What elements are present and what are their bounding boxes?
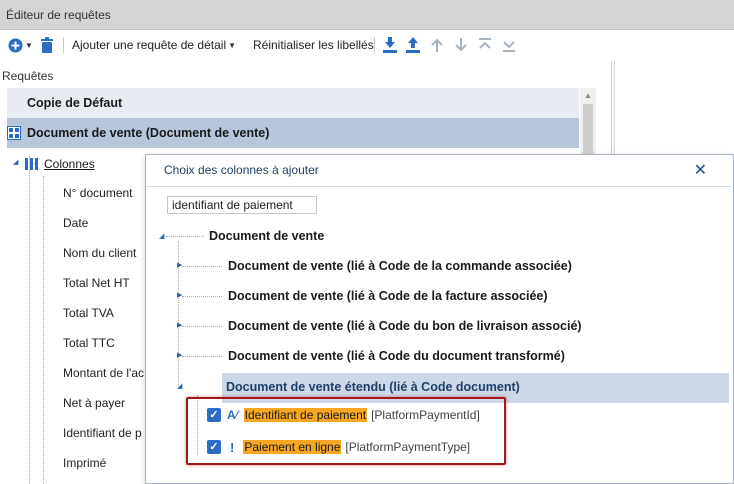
arrow-down-icon: [455, 38, 467, 52]
tree-item-bon-de-livraison[interactable]: Document de vente (lié à Code du bon de …: [228, 315, 582, 337]
delete-button[interactable]: [40, 36, 54, 54]
field-tag: [PlatformPaymentId]: [371, 408, 480, 422]
tree-item-copie-de-defaut[interactable]: Copie de Défaut: [7, 88, 579, 118]
chevron-down-icon: ▼: [228, 40, 237, 50]
export-button[interactable]: [405, 36, 421, 54]
tree-item-label: Copie de Défaut: [27, 96, 123, 110]
add-button[interactable]: ▼: [8, 36, 33, 54]
dialog-divider: [146, 186, 734, 187]
close-icon[interactable]: ✕: [694, 160, 707, 180]
column-item[interactable]: Net à payer: [63, 396, 125, 410]
column-item[interactable]: Total TTC: [63, 336, 115, 350]
tree-connector: [182, 326, 222, 327]
tree-item-document-de-vente[interactable]: Document de vente (Document de vente): [7, 118, 579, 148]
scroll-up-icon[interactable]: ▲: [584, 91, 592, 100]
tree-item-label: Document de vente étendu (lié à Code doc…: [226, 380, 520, 394]
field-paiement-en-ligne[interactable]: ✓ ǃ Paiement en ligne [PlatformPaymentTy…: [207, 438, 470, 456]
move-top-button[interactable]: [477, 36, 493, 54]
tree-connector: [166, 236, 204, 237]
window-title: Éditeur de requêtes: [6, 8, 111, 22]
tree-connector: [182, 296, 222, 297]
tree-item-label: Document de vente: [209, 229, 325, 243]
column-item[interactable]: N° document: [63, 186, 133, 200]
checkbox-checked[interactable]: ✓: [207, 408, 221, 422]
collapsed-arrow-icon[interactable]: ▶: [177, 351, 182, 359]
tree-item-label: Colonnes: [44, 157, 95, 171]
window-titlebar: Éditeur de requêtes: [0, 0, 734, 30]
expanded-arrow-icon: ◢: [13, 159, 19, 166]
move-bottom-button[interactable]: [501, 36, 517, 54]
tree-connector: [29, 156, 30, 484]
tree-connector: [182, 266, 222, 267]
column-item[interactable]: Montant de l'ac: [63, 366, 144, 380]
add-circle-icon: [8, 38, 23, 52]
arrow-bottom-icon: [503, 41, 515, 52]
tree-item-colonnes[interactable]: Colonnes: [25, 154, 95, 174]
upload-icon: [406, 37, 420, 53]
trash-icon: [41, 37, 53, 53]
column-item[interactable]: Identifiant de p: [63, 426, 142, 440]
search-input[interactable]: [167, 196, 317, 214]
arrow-up-icon: [431, 38, 443, 52]
column-item[interactable]: Date: [63, 216, 88, 230]
tree-item-document-transforme[interactable]: Document de vente (lié à Code du documen…: [228, 345, 565, 367]
tree-item-label: Document de vente (Document de vente): [27, 126, 270, 140]
collapsed-arrow-icon[interactable]: ▶: [177, 291, 182, 299]
column-item[interactable]: Nom du client: [63, 246, 136, 260]
tree-item-commande[interactable]: Document de vente (lié à Code de la comm…: [228, 255, 572, 277]
move-up-button[interactable]: [429, 36, 445, 54]
tree-item-facture[interactable]: Document de vente (lié à Code de la fact…: [228, 285, 548, 307]
import-button[interactable]: [382, 36, 398, 54]
tree-connector: [43, 176, 44, 484]
collapsed-arrow-icon[interactable]: ▶: [177, 321, 182, 329]
grid-icon: [7, 126, 21, 143]
move-down-button[interactable]: [453, 36, 469, 54]
columns-icon: [25, 158, 39, 170]
chevron-down-icon: ▼: [25, 40, 33, 50]
reset-labels-button[interactable]: Réinitialiser les libellés: [253, 36, 374, 54]
enum-field-icon: ǃ: [230, 439, 235, 455]
checkbox-checked[interactable]: ✓: [207, 440, 221, 454]
download-icon: [383, 37, 397, 53]
tree-item-label: Document de vente (lié à Code de la fact…: [228, 289, 548, 303]
tree-connector: [182, 356, 222, 357]
add-detail-request-label: Ajouter une requête de détail: [72, 38, 227, 52]
field-identifiant-de-paiement[interactable]: ✓ A∕ Identifiant de paiement [PlatformPa…: [207, 406, 480, 424]
tree-item-label: Document de vente (lié à Code de la comm…: [228, 259, 572, 273]
text-field-icon: A∕: [227, 408, 238, 422]
toolbar-divider: [374, 37, 375, 53]
toolbar: ▼ Ajouter une requête de détail ▼ Réinit…: [0, 31, 734, 59]
dialog-title: Choix des colonnes à ajouter: [164, 163, 319, 177]
add-detail-request-button[interactable]: Ajouter une requête de détail ▼: [72, 36, 236, 54]
column-item[interactable]: Total Net HT: [63, 276, 130, 290]
arrow-top-icon: [479, 38, 491, 49]
field-tag: [PlatformPaymentType]: [345, 440, 471, 454]
tree-root-document-de-vente[interactable]: Document de vente: [209, 225, 324, 247]
toolbar-divider: [63, 37, 64, 53]
field-label: Paiement en ligne: [243, 440, 342, 454]
column-item[interactable]: Total TVA: [63, 306, 114, 320]
requests-panel-label: Requêtes: [2, 69, 54, 83]
tree-item-label: Document de vente (lié à Code du documen…: [228, 349, 565, 363]
expanded-arrow-icon: ◢: [177, 383, 183, 390]
tree-item-label: Document de vente (lié à Code du bon de …: [228, 319, 582, 333]
column-item[interactable]: Imprimé: [63, 456, 106, 470]
collapsed-arrow-icon[interactable]: ▶: [177, 261, 182, 269]
reset-labels-label: Réinitialiser les libellés: [253, 38, 374, 52]
expanded-arrow-icon: ◢: [159, 233, 165, 240]
field-label: Identifiant de paiement: [243, 408, 368, 422]
